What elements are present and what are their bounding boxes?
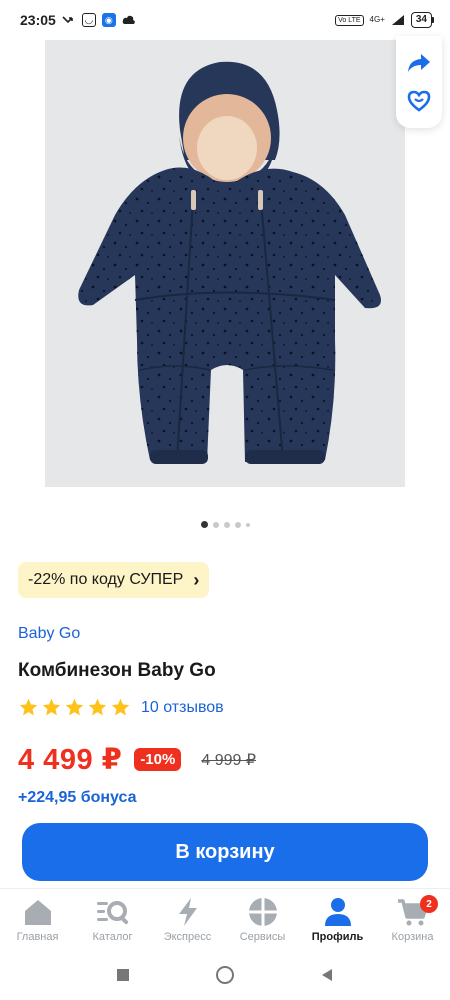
- volte-indicator: Vo LTE: [335, 14, 364, 26]
- pager-dot-5[interactable]: [245, 522, 250, 527]
- current-price: 4 499 ₽: [18, 744, 123, 776]
- cloud-app-icon: [122, 13, 136, 27]
- nav-label-profile: Профиль: [311, 931, 364, 943]
- product-title: Комбинезон Baby Go: [18, 660, 216, 681]
- image-pager[interactable]: [0, 521, 450, 528]
- star-icon: [88, 698, 107, 716]
- status-bar: 23:05 ◡ ◉ Vo LTE 4G+ 34: [0, 0, 450, 40]
- star-icon: [111, 698, 130, 716]
- product-actions: [396, 36, 442, 128]
- nav-label-catalog: Каталог: [92, 931, 133, 943]
- status-left: 23:05 ◡ ◉: [20, 12, 136, 28]
- product-image[interactable]: [45, 40, 405, 487]
- market-app-icon: ◡: [81, 13, 96, 27]
- status-time: 23:05: [20, 12, 56, 28]
- star-icon: [42, 698, 61, 716]
- share-icon: [408, 54, 430, 72]
- cart-count-badge: 2: [420, 895, 438, 913]
- back-button[interactable]: [316, 964, 338, 986]
- missed-call-icon: [62, 13, 76, 27]
- heart-icon: [407, 90, 431, 112]
- home-circle-icon: [216, 966, 234, 984]
- signal-icon: [391, 13, 405, 27]
- add-to-cart-button[interactable]: В корзину: [22, 823, 428, 881]
- pager-dot-4[interactable]: [234, 521, 241, 528]
- battery-icon: 34: [410, 12, 434, 28]
- brand-link[interactable]: Baby Go: [18, 625, 80, 643]
- chevron-right-icon: ›: [193, 570, 200, 590]
- battery-level: 34: [410, 12, 432, 28]
- star-icon: [65, 698, 84, 716]
- profile-icon: [320, 895, 356, 929]
- bonus-points: +224,95 бонуса: [18, 789, 137, 806]
- snowsuit-illustration: [78, 61, 381, 464]
- rating-stars: [18, 697, 131, 718]
- old-price: 4 999 ₽: [201, 751, 257, 769]
- recents-icon: [117, 969, 129, 981]
- nav-item-profile[interactable]: Профиль: [300, 895, 375, 943]
- battery-tip: [432, 17, 434, 23]
- nav-label-home: Главная: [16, 931, 59, 943]
- pager-dot-1[interactable]: [200, 521, 208, 528]
- status-right: Vo LTE 4G+ 34: [335, 12, 434, 28]
- star-icon: [19, 698, 38, 716]
- promo-text: -22% по коду СУПЕР: [28, 571, 184, 588]
- nav-item-cart[interactable]: 2 Корзина: [375, 895, 450, 943]
- back-triangle-icon: [322, 969, 332, 981]
- catalog-search-icon: [95, 895, 131, 929]
- app-notification-icon: ◉: [101, 13, 116, 27]
- share-button[interactable]: [404, 48, 434, 78]
- home-icon: [20, 895, 56, 929]
- nav-item-catalog[interactable]: Каталог: [75, 895, 150, 943]
- home-system-button[interactable]: [214, 964, 236, 986]
- recents-button[interactable]: [112, 964, 134, 986]
- favorite-button[interactable]: [404, 86, 434, 116]
- pager-dot-3[interactable]: [223, 521, 230, 528]
- lightning-icon: [170, 895, 206, 929]
- nav-item-services[interactable]: Сервисы: [225, 895, 300, 943]
- promo-code-chip[interactable]: -22% по коду СУПЕР ›: [18, 562, 210, 598]
- bottom-nav: Главная Каталог Экспресс Сервисы Профиль…: [0, 888, 450, 950]
- discount-badge: -10%: [134, 748, 182, 771]
- nav-item-home[interactable]: Главная: [0, 895, 75, 943]
- nav-label-services: Сервисы: [239, 931, 286, 943]
- nav-label-express: Экспресс: [163, 931, 212, 943]
- pager-dot-2[interactable]: [212, 521, 219, 528]
- nav-label-cart: Корзина: [391, 931, 434, 943]
- rating-row[interactable]: 10 отзывов: [18, 697, 224, 718]
- price-row: 4 499 ₽ -10% 4 999 ₽: [18, 742, 256, 777]
- reviews-link[interactable]: 10 отзывов: [141, 699, 224, 717]
- system-nav-bar: [0, 950, 450, 1000]
- services-icon: [245, 895, 281, 929]
- nav-item-express[interactable]: Экспресс: [150, 895, 225, 943]
- network-type: 4G+: [369, 15, 385, 24]
